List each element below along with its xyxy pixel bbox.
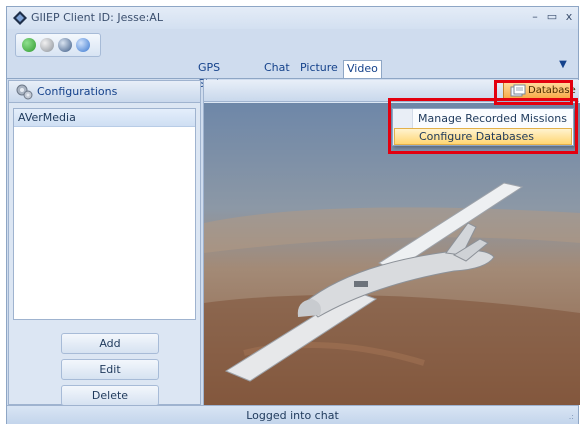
configurations-header: Configurations xyxy=(9,81,200,103)
minimize-button[interactable]: – xyxy=(527,9,543,25)
quick-access-toolbar xyxy=(15,33,101,57)
add-button[interactable]: Add xyxy=(61,333,159,354)
tab-gps-status[interactable]: GPS Status xyxy=(195,60,236,90)
green-status-icon[interactable] xyxy=(22,38,36,52)
ribbon-divider xyxy=(7,78,578,79)
ribbon-menu-icon[interactable]: ▼ xyxy=(557,59,569,73)
tab-picture[interactable]: Picture xyxy=(297,60,341,78)
status-text: Logged into chat xyxy=(246,409,339,422)
resize-grip-icon[interactable]: .: xyxy=(569,412,574,421)
edit-button[interactable]: Edit xyxy=(61,359,159,380)
status-bar: Logged into chat .: xyxy=(7,405,578,424)
delete-button[interactable]: Delete xyxy=(61,385,159,406)
help-icon[interactable] xyxy=(76,38,90,52)
gear-icon[interactable] xyxy=(40,38,54,52)
app-window: GIIEP Client ID: Jesse:AL – ▭ x GPS Stat… xyxy=(6,6,580,424)
configurations-list[interactable]: AVerMedia xyxy=(13,108,196,320)
configurations-icon xyxy=(16,84,33,100)
maximize-button[interactable]: ▭ xyxy=(544,9,560,25)
globe-icon[interactable] xyxy=(58,38,72,52)
dropdown-highlight-box xyxy=(388,98,578,154)
configurations-title: Configurations xyxy=(37,85,118,98)
tab-video[interactable]: Video xyxy=(343,60,382,78)
window-title: GIIEP Client ID: Jesse:AL xyxy=(31,11,163,24)
title-bar[interactable]: GIIEP Client ID: Jesse:AL – ▭ x xyxy=(7,7,578,29)
app-logo-icon xyxy=(13,11,27,25)
configurations-panel: Configurations AVerMedia Add Edit Delete xyxy=(8,80,201,406)
list-item[interactable]: AVerMedia xyxy=(14,109,195,127)
tab-chat[interactable]: Chat xyxy=(261,60,293,78)
close-button[interactable]: x xyxy=(561,9,577,25)
